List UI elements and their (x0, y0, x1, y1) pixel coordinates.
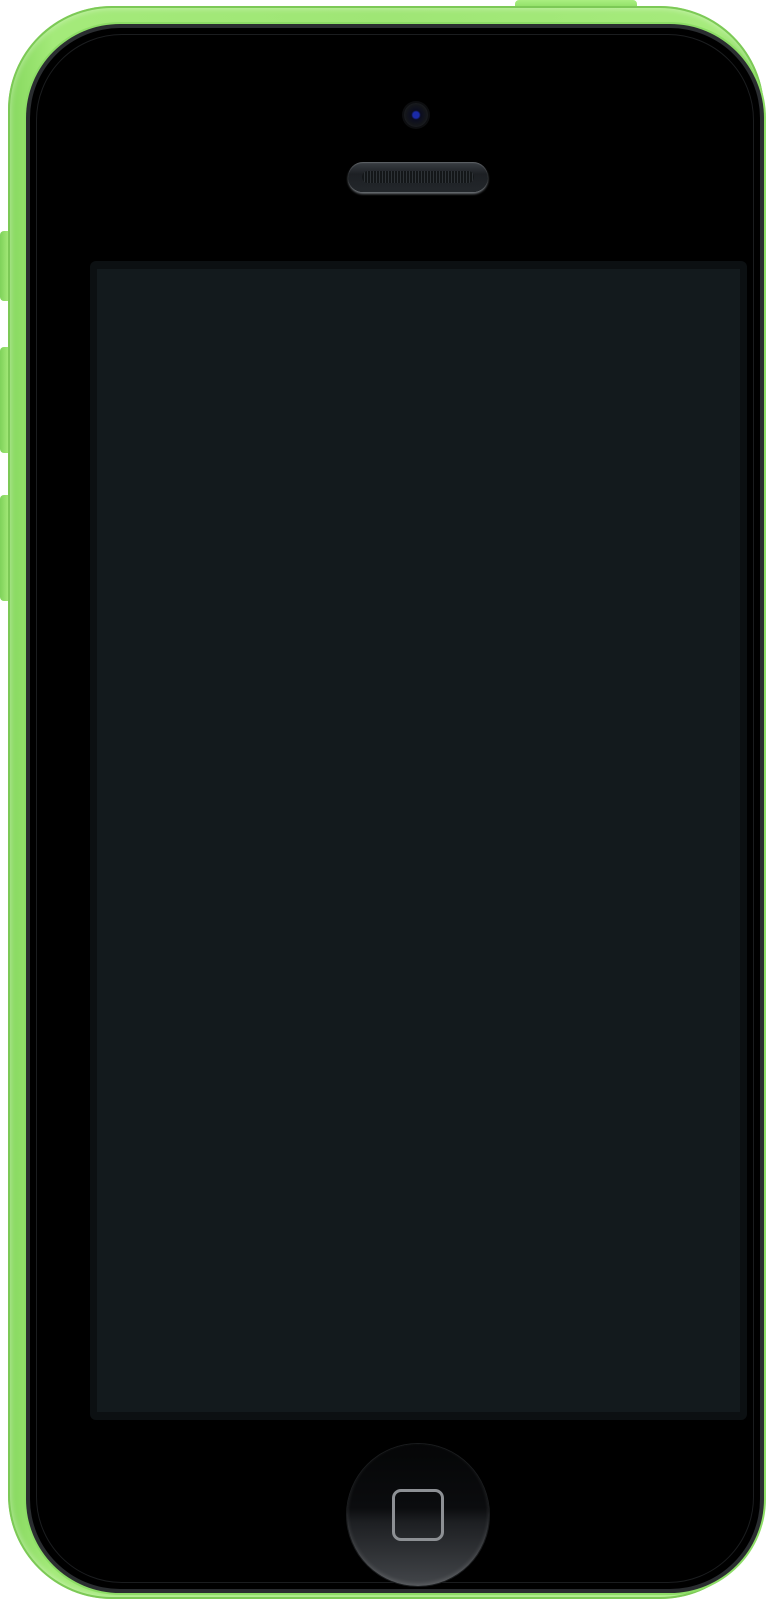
front-bezel (30, 28, 760, 1589)
speaker-grille (362, 171, 474, 183)
screen[interactable] (97, 269, 740, 1412)
front-camera-icon (404, 103, 428, 127)
phone-shell (8, 6, 764, 1599)
home-button-square-icon (392, 1489, 444, 1541)
earpiece-speaker-icon (348, 162, 488, 192)
device-mockup (0, 0, 774, 1605)
home-button[interactable] (347, 1444, 489, 1586)
